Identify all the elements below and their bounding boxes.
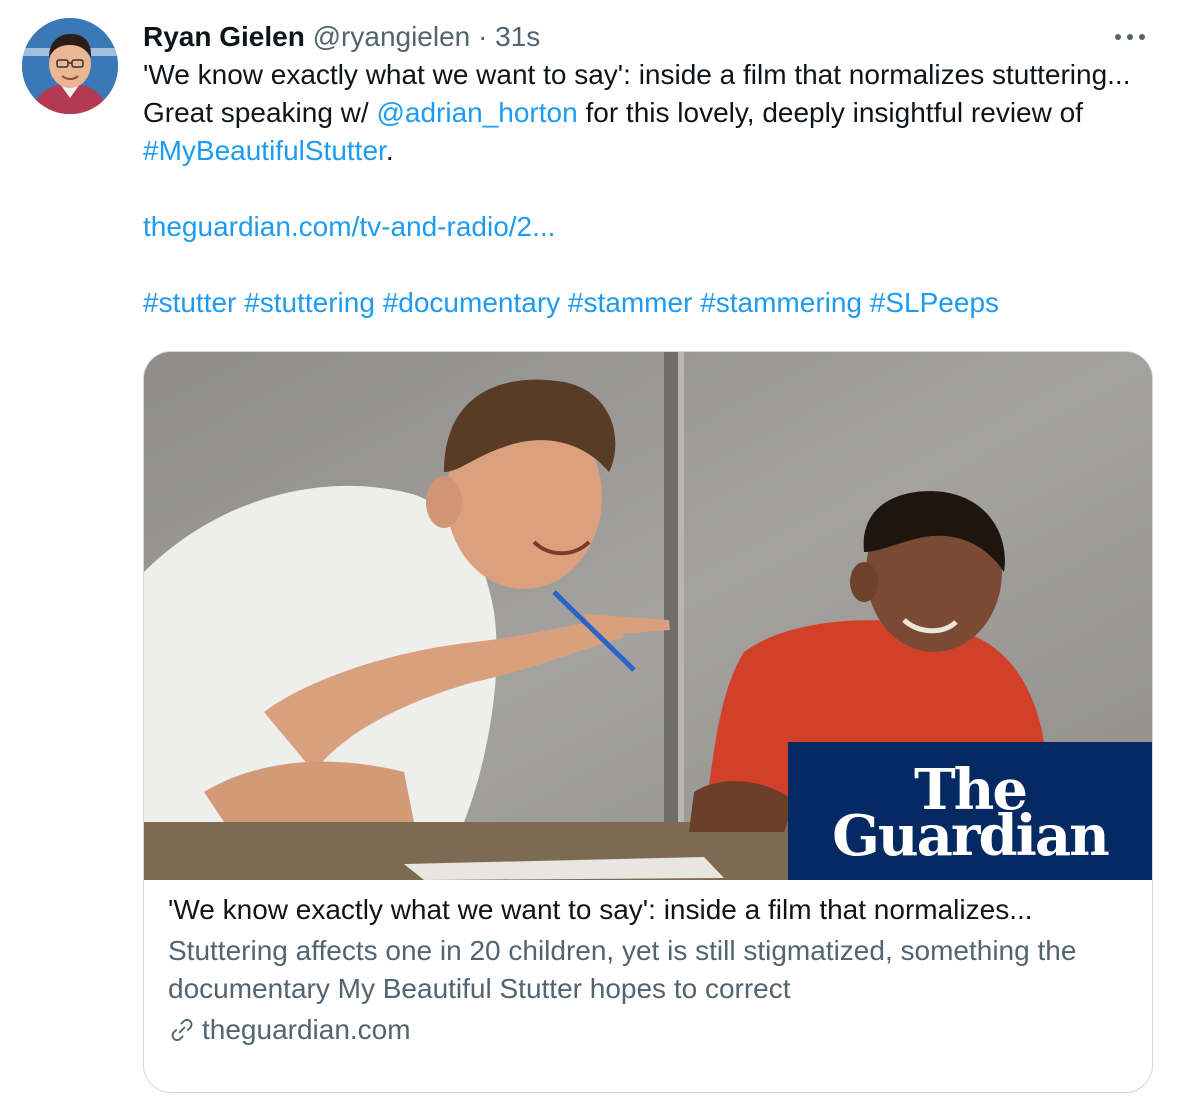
avatar-portrait bbox=[22, 18, 118, 114]
tweet-timestamp[interactable]: 31s bbox=[495, 21, 540, 52]
link-preview-card[interactable]: The Guardian 'We know exactly what we wa… bbox=[143, 351, 1153, 1093]
card-image[interactable]: The Guardian bbox=[144, 352, 1152, 880]
link-icon bbox=[171, 1019, 193, 1041]
hashtag-link[interactable]: #SLPeeps bbox=[870, 287, 999, 318]
hashtag-link-mybeautifulstutter[interactable]: #MyBeautifulStutter bbox=[143, 135, 386, 166]
hashtag-list: #stutter #stuttering #documentary #stamm… bbox=[143, 284, 1153, 322]
tweet-text-part2: for this lovely, deeply insightful revie… bbox=[577, 97, 1083, 128]
avatar[interactable] bbox=[22, 18, 118, 114]
tweet-text: 'We know exactly what we want to say': i… bbox=[143, 56, 1153, 322]
hashtag-link[interactable]: #stutter bbox=[143, 287, 236, 318]
card-domain-text: theguardian.com bbox=[202, 1014, 411, 1045]
tweet-content: Ryan Gielen @ryangielen · 31s 'We know e… bbox=[143, 18, 1153, 322]
guardian-logo: The Guardian bbox=[788, 742, 1152, 880]
author-handle[interactable]: @ryangielen bbox=[313, 21, 471, 52]
hashtag-link[interactable]: #documentary bbox=[383, 287, 560, 318]
card-description: Stuttering affects one in 20 children, y… bbox=[168, 935, 1077, 1004]
card-text: 'We know exactly what we want to say': i… bbox=[144, 880, 1152, 1050]
mention-link[interactable]: @adrian_horton bbox=[376, 97, 577, 128]
article-url-link[interactable]: theguardian.com/tv-and-radio/2... bbox=[143, 211, 555, 242]
hashtag-link[interactable]: #stuttering bbox=[244, 287, 375, 318]
hashtag-link[interactable]: #stammering bbox=[700, 287, 862, 318]
logo-line-guardian: Guardian bbox=[832, 803, 1110, 869]
tweet-paragraph: 'We know exactly what we want to say': i… bbox=[143, 56, 1153, 170]
author-name[interactable]: Ryan Gielen bbox=[143, 21, 305, 52]
tweet-text-part3: . bbox=[385, 135, 394, 166]
separator-dot: · bbox=[478, 21, 488, 52]
hashtag-link[interactable]: #stammer bbox=[568, 287, 692, 318]
card-title: 'We know exactly what we want to say': i… bbox=[168, 894, 1033, 925]
tweet-header: Ryan Gielen @ryangielen · 31s bbox=[143, 18, 1153, 56]
card-domain: theguardian.com bbox=[168, 1010, 1128, 1050]
